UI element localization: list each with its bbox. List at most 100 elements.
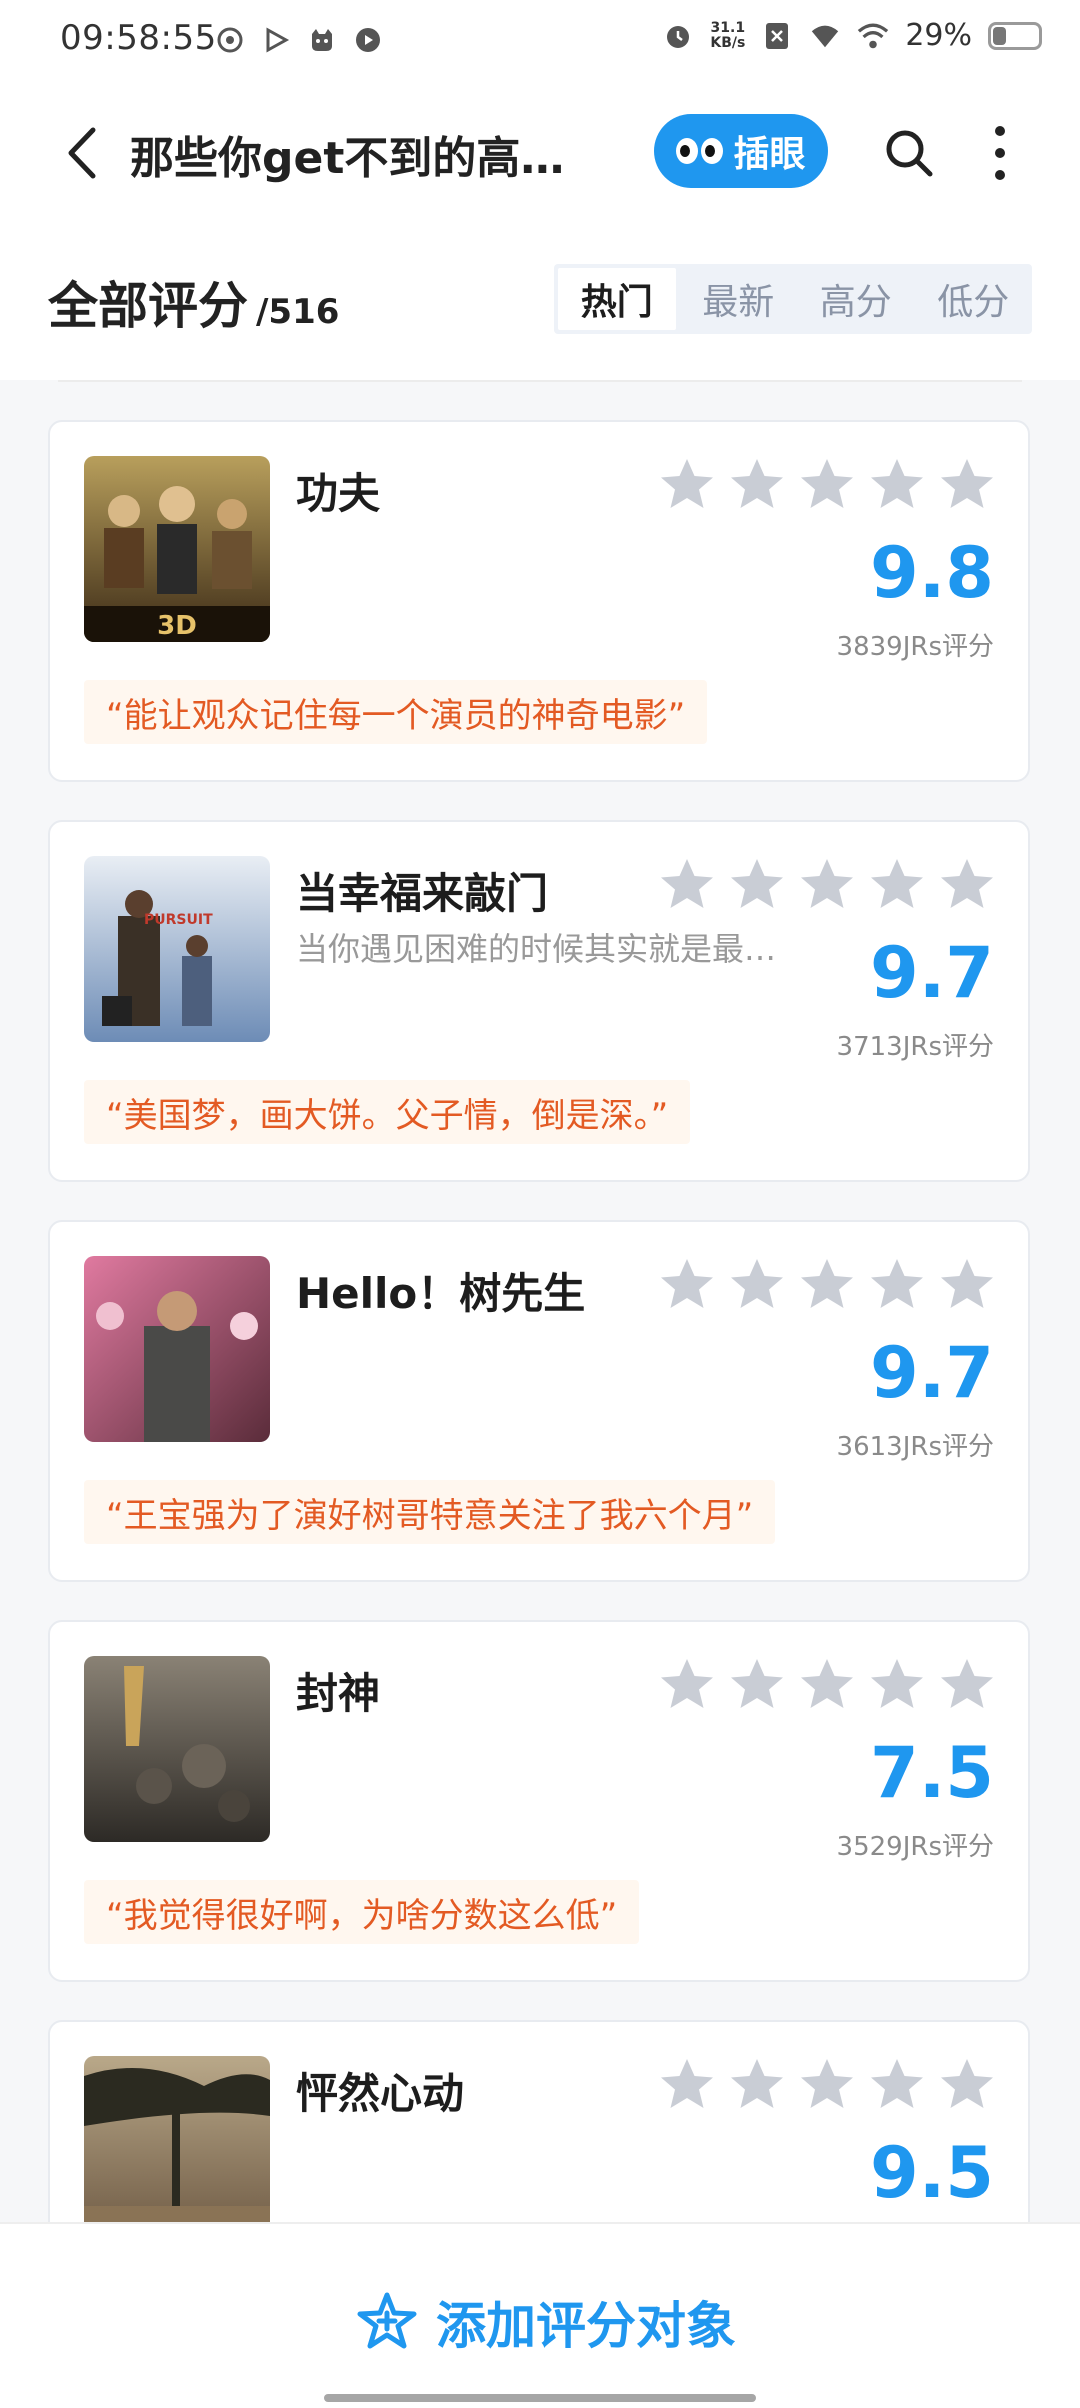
star-icon[interactable] bbox=[798, 856, 856, 914]
top-comment[interactable]: “王宝强为了演好树哥特意关注了我六个月” bbox=[84, 1480, 776, 1544]
rating-card[interactable]: 3D 功夫 9.8 3839JRs评分 “能让观众记住每一个演员的神奇电影” bbox=[48, 420, 1030, 782]
star-icon[interactable] bbox=[938, 856, 996, 914]
rater-count: 3529JRs评分 bbox=[836, 1832, 994, 1862]
star-icon[interactable] bbox=[658, 456, 716, 514]
item-name: Hello！树先生 bbox=[296, 1269, 586, 1318]
poster-thumbnail bbox=[84, 2056, 270, 2242]
screen: 09:58:55 31.1 KB/s 29% 那些你get不到的高… 插眼 全部… bbox=[0, 0, 1080, 2408]
score: 9.7 bbox=[869, 1332, 994, 1414]
tab-high-score[interactable]: 高分 bbox=[797, 264, 915, 334]
score: 9.7 bbox=[869, 932, 994, 1014]
star-icon[interactable] bbox=[798, 1256, 856, 1314]
star-icon[interactable] bbox=[868, 856, 926, 914]
status-time: 09:58:55 bbox=[60, 18, 217, 58]
battery-icon bbox=[988, 21, 1042, 50]
battery-level-fill bbox=[993, 26, 1006, 45]
search-icon bbox=[886, 130, 933, 177]
wifi-calling-icon bbox=[809, 20, 841, 52]
rating-card[interactable]: Hello！树先生 9.7 3613JRs评分 “王宝强为了演好树哥特意关注了我… bbox=[48, 1220, 1030, 1582]
cat-notification-icon bbox=[306, 24, 338, 56]
top-comment[interactable]: “美国梦，画大饼。父子情，倒是深。” bbox=[84, 1080, 691, 1144]
star-icon[interactable] bbox=[938, 2056, 996, 2114]
poster-thumbnail: 3D bbox=[84, 456, 270, 642]
wifi-icon bbox=[857, 20, 889, 52]
no-sim-icon bbox=[761, 20, 793, 52]
back-arrow-icon bbox=[68, 127, 96, 179]
alarm-icon bbox=[662, 20, 694, 52]
sort-tabs: 热门 最新 高分 低分 bbox=[554, 264, 1032, 334]
star-icon[interactable] bbox=[728, 2056, 786, 2114]
svg-text:3D: 3D bbox=[157, 611, 197, 641]
star-icon[interactable] bbox=[728, 1256, 786, 1314]
status-notification-icons bbox=[214, 24, 384, 56]
star-icon[interactable] bbox=[798, 456, 856, 514]
more-vertical-icon bbox=[995, 126, 1005, 180]
star-rating[interactable] bbox=[658, 856, 996, 914]
more-button[interactable] bbox=[970, 118, 1030, 188]
score: 7.5 bbox=[869, 1732, 994, 1814]
star-icon[interactable] bbox=[658, 1656, 716, 1714]
item-name: 封神 bbox=[296, 1669, 381, 1718]
eyes-icon bbox=[676, 138, 724, 164]
video-notification-icon bbox=[352, 24, 384, 56]
poster-thumbnail: PURSUIT bbox=[84, 856, 270, 1042]
add-rating-object-button[interactable]: 添加评分对象 bbox=[354, 2286, 736, 2358]
tab-hot[interactable]: 热门 bbox=[558, 268, 676, 330]
rating-card[interactable]: PURSUIT 当幸福来敲门 当你遇见困难的时候其实就是最… 9.7 3713J… bbox=[48, 820, 1030, 1182]
section-count: /516 bbox=[256, 292, 340, 332]
poster-thumbnail bbox=[84, 1256, 270, 1442]
star-icon[interactable] bbox=[798, 1656, 856, 1714]
star-rating[interactable] bbox=[658, 456, 996, 514]
top-comment[interactable]: “能让观众记住每一个演员的神奇电影” bbox=[84, 680, 708, 744]
status-system-icons: 31.1 KB/s 29% bbox=[662, 18, 1042, 53]
item-name: 功夫 bbox=[296, 469, 381, 518]
ratings-section-header: 全部评分/516 热门 最新 高分 低分 bbox=[0, 220, 1080, 380]
tab-low-score[interactable]: 低分 bbox=[915, 264, 1033, 334]
star-icon[interactable] bbox=[658, 2056, 716, 2114]
top-comment[interactable]: “我觉得很好啊，为啥分数这么低” bbox=[84, 1880, 640, 1944]
peek-button[interactable]: 插眼 bbox=[654, 114, 828, 188]
status-bar: 09:58:55 31.1 KB/s 29% bbox=[0, 0, 1080, 84]
star-icon[interactable] bbox=[658, 1256, 716, 1314]
net-speed: 31.1 KB/s bbox=[710, 19, 746, 51]
star-icon[interactable] bbox=[728, 456, 786, 514]
star-icon[interactable] bbox=[938, 1656, 996, 1714]
star-icon[interactable] bbox=[868, 1256, 926, 1314]
play-notification-icon bbox=[260, 24, 292, 56]
star-rating[interactable] bbox=[658, 2056, 996, 2114]
poster-thumbnail bbox=[84, 1656, 270, 1842]
app-notification-icon bbox=[214, 24, 246, 56]
star-icon[interactable] bbox=[868, 2056, 926, 2114]
star-rating[interactable] bbox=[658, 1256, 996, 1314]
back-button[interactable] bbox=[52, 118, 112, 188]
battery-percent: 29% bbox=[905, 18, 972, 53]
svg-text:PURSUIT: PURSUIT bbox=[144, 912, 213, 928]
star-icon[interactable] bbox=[938, 456, 996, 514]
section-title: 全部评分/516 bbox=[48, 277, 340, 335]
app-header: 那些你get不到的高… 插眼 bbox=[0, 84, 1080, 220]
tab-newest[interactable]: 最新 bbox=[680, 264, 798, 334]
rater-count: 3839JRs评分 bbox=[836, 632, 994, 662]
star-icon[interactable] bbox=[868, 456, 926, 514]
star-icon[interactable] bbox=[868, 1656, 926, 1714]
peek-button-label: 插眼 bbox=[733, 134, 806, 175]
add-rating-object-label: 添加评分对象 bbox=[436, 2297, 736, 2355]
page-title: 那些你get不到的高… bbox=[130, 133, 565, 184]
star-rating[interactable] bbox=[658, 1656, 996, 1714]
item-name: 当幸福来敲门 bbox=[296, 869, 549, 918]
star-icon[interactable] bbox=[728, 1656, 786, 1714]
bottom-action-bar: 添加评分对象 bbox=[0, 2222, 1080, 2408]
star-icon[interactable] bbox=[728, 856, 786, 914]
item-name: 怦然心动 bbox=[296, 2069, 465, 2118]
item-description: 当你遇见困难的时候其实就是最… bbox=[296, 930, 776, 968]
star-icon[interactable] bbox=[938, 1256, 996, 1314]
rater-count: 3613JRs评分 bbox=[836, 1432, 994, 1462]
score: 9.5 bbox=[869, 2132, 994, 2214]
rating-card[interactable]: 封神 7.5 3529JRs评分 “我觉得很好啊，为啥分数这么低” bbox=[48, 1620, 1030, 1982]
score: 9.8 bbox=[869, 532, 994, 614]
rater-count: 3713JRs评分 bbox=[836, 1032, 994, 1062]
star-icon[interactable] bbox=[658, 856, 716, 914]
search-button[interactable] bbox=[874, 118, 944, 188]
star-icon[interactable] bbox=[798, 2056, 856, 2114]
home-indicator[interactable] bbox=[324, 2394, 756, 2402]
